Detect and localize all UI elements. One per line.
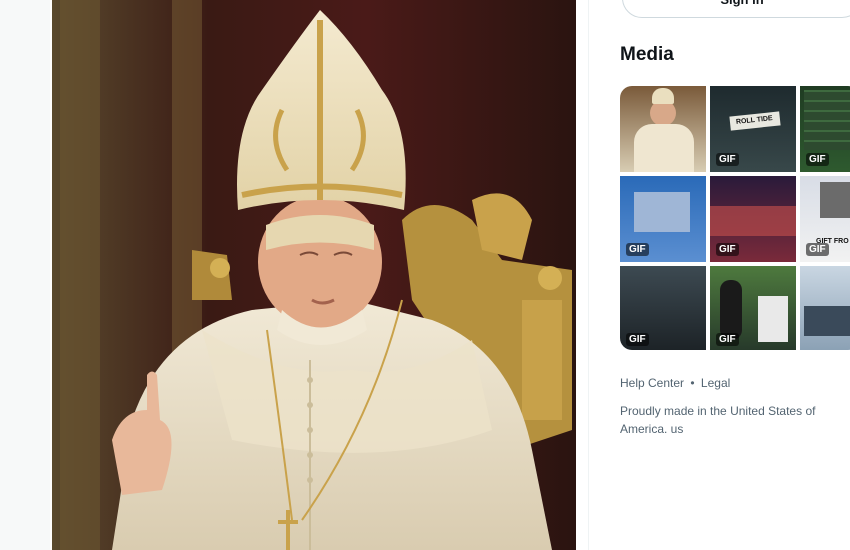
media-tile-5[interactable]: GIF	[710, 176, 796, 262]
media-tile-2[interactable]: ROLL TIDE GIF	[710, 86, 796, 172]
gif-badge: GIF	[626, 333, 649, 346]
media-tile-9[interactable]	[800, 266, 850, 350]
media-tile-6[interactable]: GIFT FRO GIF	[800, 176, 850, 262]
post-image[interactable]	[52, 0, 576, 550]
left-gutter	[0, 0, 50, 550]
post-image-illustration	[52, 0, 576, 550]
footer-links: Help Center • Legal	[620, 376, 730, 390]
media-tile-3[interactable]: GIF	[800, 86, 850, 172]
footer-separator: •	[690, 376, 695, 390]
media-section-title: Media	[620, 44, 674, 65]
media-tile-7[interactable]: GIF	[620, 266, 706, 350]
gif-badge: GIF	[716, 333, 739, 346]
media-tile-1[interactable]	[620, 86, 706, 172]
gif-badge: GIF	[806, 153, 829, 166]
legal-link[interactable]: Legal	[701, 376, 730, 390]
help-center-link[interactable]: Help Center	[620, 376, 684, 390]
sign-in-button[interactable]: Sign in	[622, 0, 850, 18]
media-tile-4[interactable]: GIF	[620, 176, 706, 262]
gif-badge: GIF	[806, 243, 829, 256]
media-grid: ROLL TIDE GIF GIF GIF GIF GIFT FRO GIF G…	[620, 86, 850, 350]
gif-badge: GIF	[626, 243, 649, 256]
gif-badge: GIF	[716, 153, 739, 166]
gif-badge: GIF	[716, 243, 739, 256]
footer-made-in-text: Proudly made in the United States of Ame…	[620, 404, 816, 436]
media-tile-8[interactable]: GIF	[710, 266, 796, 350]
